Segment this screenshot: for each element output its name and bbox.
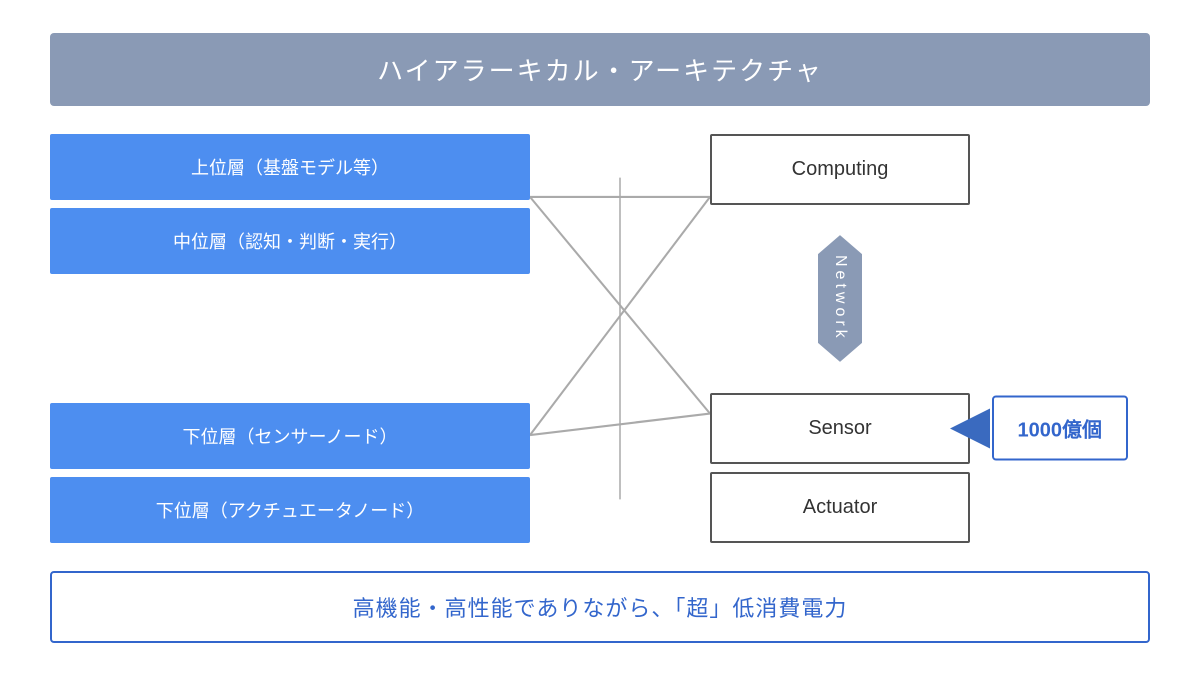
connector-area <box>530 124 710 553</box>
actuator-box: Actuator <box>710 472 970 543</box>
badge-arrow <box>950 408 990 448</box>
network-container: Network <box>710 213 970 385</box>
bottom-message-box: 高機能・高性能でありながら、「超」低消費電力 <box>50 571 1150 643</box>
diagram-area: 上位層（基盤モデル等） 中位層（認知・判断・実行） 下位層（センサーノード） 下… <box>50 124 1150 553</box>
title-bar: ハイアラーキカル・アーキテクチャ <box>50 33 1150 106</box>
lower-actuator-layer: 下位層（アクチュエータノード） <box>50 477 530 543</box>
lower-sensor-layer: 下位層（センサーノード） <box>50 403 530 469</box>
left-layers: 上位層（基盤モデル等） 中位層（認知・判断・実行） 下位層（センサーノード） 下… <box>50 124 530 553</box>
bottom-message-text: 高機能・高性能でありながら、「超」低消費電力 <box>353 596 848 621</box>
upper-layer: 上位層（基盤モデル等） <box>50 134 530 200</box>
sensor-box: Sensor 1000億個 <box>710 393 970 464</box>
network-label: Network <box>818 235 862 362</box>
badge-container: 1000億個 <box>992 396 1129 461</box>
right-column: Computing Network Sensor 1000億個 <box>710 124 970 553</box>
title-text: ハイアラーキカル・アーキテクチャ <box>377 56 823 86</box>
sensor-actuator-group: Sensor 1000億個 Actuator <box>710 393 970 543</box>
middle-layer: 中位層（認知・判断・実行） <box>50 208 530 274</box>
badge-box: 1000億個 <box>992 396 1129 461</box>
computing-box: Computing <box>710 134 970 205</box>
main-container: ハイアラーキカル・アーキテクチャ 上位層（基盤モデル等） 中位層（認知・判断・実… <box>50 33 1150 643</box>
